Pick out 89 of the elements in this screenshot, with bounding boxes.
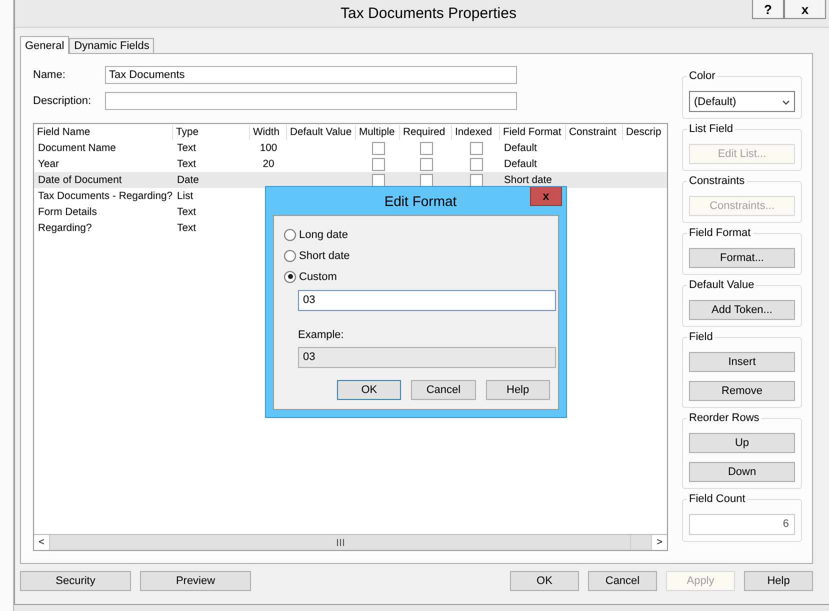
column-header[interactable]: Indexed xyxy=(452,124,500,140)
count-field: 6 xyxy=(689,514,795,535)
radio-label[interactable]: Long date xyxy=(299,228,348,240)
checkbox[interactable] xyxy=(470,142,482,154)
button[interactable]: Cancel xyxy=(411,380,476,400)
table-row[interactable]: Year Text 20 Default xyxy=(34,156,667,172)
close-button[interactable]: x xyxy=(784,0,826,19)
button[interactable]: Help xyxy=(486,380,550,400)
table-cell-text: Text xyxy=(176,222,198,234)
table-cell-text: Regarding? xyxy=(37,222,93,234)
group-title: Field Count xyxy=(687,493,748,505)
column-header[interactable]: Multiple xyxy=(356,124,400,140)
table-cell-text: Document Name xyxy=(37,142,117,154)
group-title: Default Value xyxy=(687,279,756,291)
button[interactable]: Remove xyxy=(689,381,795,401)
table-cell-text: Short date xyxy=(503,174,553,186)
table-cell-text: Text xyxy=(176,142,198,154)
checkbox[interactable] xyxy=(372,142,384,154)
field-label: Description: xyxy=(33,95,92,107)
radio-label[interactable]: Custom xyxy=(299,270,337,282)
window-title: Tax Documents Properties xyxy=(340,4,518,24)
button[interactable]: Preview xyxy=(140,571,251,591)
checkbox[interactable] xyxy=(372,158,384,170)
tab[interactable]: Dynamic Fields xyxy=(69,38,154,53)
column-header[interactable]: Width xyxy=(250,124,287,140)
column-header[interactable]: Required xyxy=(400,124,452,140)
checkbox[interactable] xyxy=(372,174,384,186)
column-header[interactable]: Field Format xyxy=(500,124,566,140)
checkbox[interactable] xyxy=(470,158,482,170)
table-cell-text: Default xyxy=(503,142,538,154)
column-header[interactable]: Field Name xyxy=(34,124,173,140)
radio-button[interactable] xyxy=(284,270,296,282)
column-header[interactable]: Default Value xyxy=(287,124,356,140)
button[interactable]: OK xyxy=(510,571,579,591)
checkbox[interactable] xyxy=(420,158,432,170)
group-title: Constraints xyxy=(687,175,747,187)
table-cell-text: Text xyxy=(176,206,198,218)
name-field[interactable]: Tax Documents xyxy=(105,66,517,84)
table-row[interactable]: Date of Document Date Short date xyxy=(34,172,667,188)
scroll-right-button[interactable]: > xyxy=(651,535,667,550)
group-title: List Field xyxy=(687,123,736,135)
button[interactable]: Down xyxy=(689,462,795,482)
column-header[interactable]: Descrip xyxy=(623,124,662,140)
table-cell-text: List xyxy=(176,190,194,202)
group-title: Reorder Rows xyxy=(687,412,762,424)
dialog-title: Edit Format xyxy=(383,192,458,211)
table-cell-text: 100 xyxy=(258,142,278,154)
field-label: Name: xyxy=(33,69,66,81)
column-header[interactable]: Constraint xyxy=(566,124,623,140)
table-cell-text: Default xyxy=(503,158,538,170)
description-field[interactable] xyxy=(105,92,517,110)
checkbox[interactable] xyxy=(420,174,432,186)
button[interactable]: Add Token... xyxy=(689,300,795,320)
example-label: Example: xyxy=(298,329,345,341)
chevron-down-icon xyxy=(782,100,790,104)
button[interactable]: OK xyxy=(337,380,402,400)
scroll-left-button[interactable]: < xyxy=(34,535,50,550)
button[interactable]: Help xyxy=(744,571,813,591)
table-cell-text: 20 xyxy=(262,158,276,170)
table-cell-text: Tax Documents - Regarding? xyxy=(37,190,173,202)
button[interactable]: Up xyxy=(689,433,795,453)
table-row[interactable]: Document Name Text 100 Default xyxy=(34,140,667,156)
checkbox[interactable] xyxy=(420,142,432,154)
grip-icon[interactable] xyxy=(336,539,344,546)
help-button[interactable]: ? xyxy=(752,0,784,19)
table-cell-text: Date xyxy=(176,174,200,186)
button[interactable]: Security xyxy=(20,571,131,591)
close-button[interactable]: x xyxy=(530,187,562,206)
button[interactable]: Insert xyxy=(689,352,795,372)
button[interactable]: Format... xyxy=(689,248,795,268)
custom-format-field[interactable]: 03 xyxy=(298,290,556,311)
color-dropdown[interactable]: (Default) xyxy=(689,91,795,112)
example-field: 03 xyxy=(298,347,556,368)
table-cell-text: Year xyxy=(37,158,60,170)
tab[interactable]: General xyxy=(20,36,70,54)
group-title: Field Format xyxy=(687,227,753,239)
table-cell-text: Form Details xyxy=(37,206,98,218)
column-header[interactable]: Type xyxy=(173,124,250,140)
radio-button[interactable] xyxy=(284,250,296,262)
table-cell-text: Text xyxy=(176,158,198,170)
radio-button[interactable] xyxy=(284,228,296,240)
table-cell-text: Date of Document xyxy=(37,174,123,186)
button[interactable]: Cancel xyxy=(588,571,657,591)
dropdown-value: (Default) xyxy=(694,96,736,108)
group-title: Color xyxy=(687,70,718,82)
radio-label[interactable]: Short date xyxy=(299,250,350,262)
group-title: Field xyxy=(687,331,715,343)
checkbox[interactable] xyxy=(470,174,482,186)
horizontal-scrollbar[interactable]: < > xyxy=(34,534,667,550)
